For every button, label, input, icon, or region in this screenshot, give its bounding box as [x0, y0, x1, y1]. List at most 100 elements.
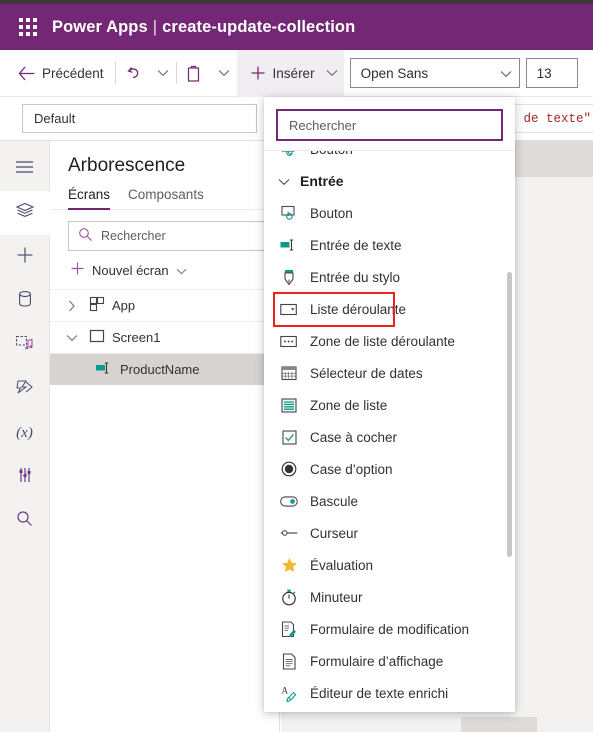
insert-menu-list: Bouton Entrée [264, 151, 515, 712]
rail-item-search[interactable] [0, 499, 50, 543]
rail-item-advanced-tools[interactable] [0, 455, 50, 499]
menu-item-formulaire-de-modification[interactable]: Formulaire de modification [264, 613, 515, 645]
menu-item-liste-deroulante-label: Liste déroulante [310, 301, 407, 317]
power-automate-flow-icon [15, 379, 35, 400]
menu-group-entree-label: Entrée [300, 173, 344, 189]
tree-panel-title: Arborescence [68, 155, 186, 176]
insert-search-input[interactable]: Rechercher [276, 109, 503, 141]
menu-item-editeur-de-texte-enrichi-label: Éditeur de texte enrichi [310, 685, 449, 701]
rail-item-power-automate[interactable] [0, 367, 50, 411]
dropdown-icon [280, 303, 298, 316]
back-button-label: Précédent [42, 65, 104, 81]
tree-search-input[interactable]: Rechercher [68, 221, 267, 251]
property-select[interactable]: Default [22, 104, 257, 133]
menu-item-editeur-de-texte-enrichi[interactable]: A Éditeur de texte enrichi [264, 677, 515, 709]
hamburger-menu-icon [15, 160, 34, 179]
undo-button[interactable] [116, 50, 150, 97]
menu-group-entree[interactable]: Entrée [264, 165, 515, 197]
undo-chevron-down-icon[interactable] [150, 50, 176, 97]
pen-input-icon [280, 269, 298, 286]
rail-item-tree-view[interactable] [0, 191, 50, 235]
combobox-icon [280, 335, 298, 348]
command-bar: Précédent Insérer Open Sans 13 [0, 49, 593, 97]
menu-item-selecteur-de-dates[interactable]: Sélecteur de dates [264, 357, 515, 389]
font-size-select[interactable]: 13 [525, 58, 578, 88]
app-launcher-waffle-icon[interactable] [14, 18, 42, 36]
font-family-value: Open Sans [360, 65, 429, 81]
menu-item-formulaire-daffichage-label: Formulaire d’affichage [310, 653, 444, 669]
date-picker-calendar-icon [280, 365, 298, 381]
menu-item-case-doption-label: Case d’option [310, 461, 393, 477]
insert-chevron-down-icon [326, 69, 338, 77]
menu-item-zone-de-liste-deroulante[interactable]: Zone de liste déroulante [264, 325, 515, 357]
search-icon [78, 227, 93, 245]
rail-item-insert[interactable] [0, 235, 50, 279]
menu-item-bouton-top[interactable]: Bouton [264, 151, 515, 165]
menu-item-bascule-label: Bascule [310, 493, 359, 509]
tab-ecrans[interactable]: Écrans [68, 187, 111, 210]
tab-ecrans-label: Écrans [68, 187, 111, 202]
insert-plus-icon [16, 246, 34, 269]
data-database-icon [17, 290, 33, 313]
chevron-right-icon[interactable] [62, 300, 82, 312]
menu-item-minuteur[interactable]: Minuteur [264, 581, 515, 613]
menu-item-zone-de-liste-deroulante-label: Zone de liste déroulante [310, 333, 455, 349]
app-grid-icon [89, 296, 105, 315]
property-value: Default [34, 111, 76, 126]
canvas-bottom-block [461, 717, 537, 732]
list-box-icon [280, 397, 298, 413]
menu-item-bouton-label: Bouton [310, 205, 353, 221]
font-family-select[interactable]: Open Sans [349, 58, 520, 88]
arrow-left-icon [18, 66, 35, 81]
insert-button[interactable]: Insérer [236, 49, 344, 97]
menu-item-formulaire-daffichage[interactable]: Formulaire d’affichage [264, 645, 515, 677]
rail-item-hamburger[interactable] [0, 147, 50, 191]
menu-item-case-doption[interactable]: Case d’option [264, 453, 515, 485]
app-name: create-update-collection [162, 17, 356, 36]
svg-text:A: A [282, 685, 289, 695]
insert-flyout-menu: Rechercher Bouton [264, 97, 515, 712]
tree-row-screen1[interactable]: Screen1 [50, 321, 279, 353]
search-icon [16, 510, 33, 532]
brand-separator: | [152, 17, 158, 36]
menu-item-entree-de-texte[interactable]: Entrée de texte [264, 229, 515, 261]
menu-item-zone-de-liste[interactable]: Zone de liste [264, 389, 515, 421]
insert-menu-scrollbar[interactable] [507, 272, 512, 557]
power-apps-studio: Power Apps | create-update-collection Préc… [0, 0, 593, 732]
tab-composants-label: Composants [128, 187, 204, 202]
paste-chevron-down-icon[interactable] [211, 50, 237, 97]
insert-search-wrapper: Rechercher [264, 97, 515, 151]
slider-icon [280, 528, 298, 538]
tree-row-productname[interactable]: ProductName [50, 353, 279, 385]
menu-item-entree-du-stylo[interactable]: Entrée du stylo [264, 261, 515, 293]
menu-item-zone-de-liste-label: Zone de liste [310, 397, 388, 413]
edit-form-icon [280, 620, 298, 638]
timer-icon [280, 589, 298, 606]
insert-search-placeholder: Rechercher [289, 117, 357, 133]
text-input-icon [280, 238, 298, 252]
tree-row-productname-label: ProductName [120, 362, 200, 377]
rail-item-variables[interactable]: (x) [0, 411, 50, 455]
chevron-down-icon[interactable] [62, 334, 82, 342]
tree-view-layers-icon [15, 202, 35, 225]
back-button[interactable]: Précédent [0, 50, 115, 97]
left-rail: (x) [0, 141, 50, 732]
menu-item-bouton[interactable]: Bouton [264, 197, 515, 229]
new-screen-button[interactable]: Nouvel écran [50, 251, 279, 289]
rail-item-data[interactable] [0, 279, 50, 323]
menu-item-entree-du-stylo-label: Entrée du stylo [310, 269, 401, 285]
menu-item-bascule[interactable]: Bascule [264, 485, 515, 517]
brand-name: Power Apps [52, 17, 148, 36]
tree-search-placeholder: Rechercher [101, 229, 166, 243]
menu-item-liste-deroulante[interactable]: Liste déroulante [264, 292, 515, 327]
tree-row-app[interactable]: App [50, 289, 279, 321]
menu-item-evaluation[interactable]: Évaluation [264, 549, 515, 581]
tab-composants[interactable]: Composants [128, 187, 204, 209]
menu-item-curseur[interactable]: Curseur [264, 517, 515, 549]
paste-button[interactable] [177, 50, 211, 97]
rail-item-media[interactable] [0, 323, 50, 367]
formula-text: de texte" [523, 111, 591, 126]
menu-item-case-a-cocher[interactable]: Case à cocher [264, 421, 515, 453]
media-icon [15, 334, 34, 357]
menu-item-case-a-cocher-label: Case à cocher [310, 429, 398, 445]
